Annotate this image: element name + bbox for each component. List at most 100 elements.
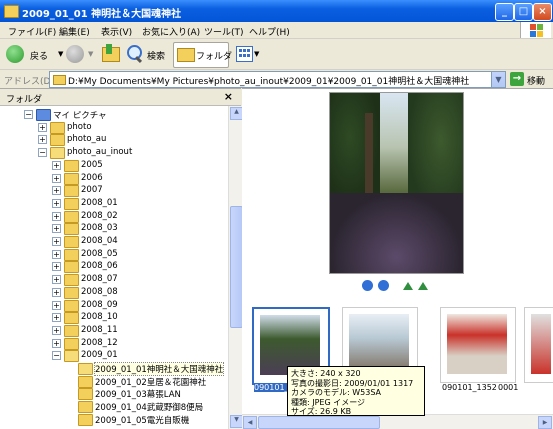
open-folder-icon	[50, 147, 65, 160]
open-folder-icon	[78, 363, 93, 375]
collapse-icon[interactable]: −	[52, 351, 61, 361]
expand-icon[interactable]: +	[52, 262, 61, 272]
tree-node[interactable]: +2008_10	[0, 311, 228, 325]
expand-icon[interactable]: +	[52, 325, 61, 335]
rotate-counterclockwise-icon[interactable]	[418, 282, 428, 290]
collapse-icon[interactable]: −	[38, 148, 47, 158]
tree-node[interactable]: +2008_03	[0, 222, 228, 236]
up-arrow-icon	[106, 44, 112, 54]
back-button[interactable]: 戻る	[4, 43, 56, 65]
search-button[interactable]: 検索	[125, 43, 169, 65]
expand-icon[interactable]: +	[52, 287, 61, 297]
folder-tree: − マイ ピクチャ + photo + photo_au − photo_au_inout +2…	[0, 106, 228, 429]
up-folder-button[interactable]	[100, 43, 122, 65]
tree-node[interactable]: +2008_01	[0, 197, 228, 210]
tree-node-label: 2008_12	[81, 337, 118, 348]
tree-node[interactable]: 2009_01_04武蔵野御8便局	[0, 400, 228, 414]
go-button[interactable]: 移動	[527, 74, 545, 87]
tree-node[interactable]: 2009_01_01神明社＆大国魂神社	[0, 362, 228, 376]
menu-favorites[interactable]: お気に入り(A)	[142, 25, 200, 38]
open-folder-icon	[64, 350, 79, 363]
close-button[interactable]: ×	[533, 3, 552, 21]
forward-button[interactable]: ▼	[66, 43, 96, 65]
folder-pane-scrollbar[interactable]: ▲ ▼	[228, 106, 243, 429]
menu-tools[interactable]: ツール(T)	[204, 25, 244, 38]
folder-icon	[64, 248, 79, 261]
thumbnail[interactable]	[524, 307, 553, 383]
tree-node[interactable]: +2005	[0, 159, 228, 172]
tree-node[interactable]: +2008_12	[0, 337, 228, 350]
next-image-button[interactable]	[378, 280, 389, 291]
folder-icon	[64, 286, 79, 299]
address-dropdown-button[interactable]: ▼	[491, 72, 505, 87]
expand-icon[interactable]: +	[52, 249, 61, 259]
menu-bar: ファイル(F) 編集(E) 表示(V) お気に入り(A) ツール(T) ヘルプ(…	[0, 22, 553, 39]
menu-view[interactable]: 表示(V)	[101, 25, 132, 38]
tree-node[interactable]: +2008_06	[0, 260, 228, 274]
expand-icon[interactable]: +	[52, 300, 61, 310]
folder-icon	[64, 197, 79, 210]
tree-node-label: 2008_11	[81, 324, 118, 335]
tree-node[interactable]: +2006	[0, 172, 228, 185]
tree-node[interactable]: + photo	[0, 121, 228, 134]
tree-node[interactable]: 2009_01_05電光自販機	[0, 413, 228, 426]
views-button[interactable]: ▼	[234, 43, 262, 65]
tree-node[interactable]: +2008_08	[0, 286, 228, 299]
folder-pane-close-button[interactable]: ×	[224, 90, 233, 103]
expand-icon[interactable]: +	[38, 122, 47, 132]
expand-icon[interactable]: +	[38, 135, 47, 145]
thumbnail[interactable]	[440, 307, 516, 383]
tree-node[interactable]: 2009_01_02皇居＆花園神社	[0, 375, 228, 388]
views-dropdown-icon: ▼	[254, 50, 260, 58]
folder-icon	[64, 172, 79, 185]
collapse-icon[interactable]: −	[24, 110, 33, 119]
expand-icon[interactable]: +	[52, 173, 61, 183]
expand-icon[interactable]: +	[52, 224, 61, 234]
menu-help[interactable]: ヘルプ(H)	[249, 25, 290, 38]
tree-node[interactable]: +2008_07	[0, 273, 228, 287]
tree-node[interactable]: − photo_au_inout	[0, 146, 228, 160]
tree-node[interactable]: − 2009_01	[0, 349, 228, 363]
address-input[interactable]: D:¥My Documents¥My Pictures¥photo_au_ino…	[49, 71, 506, 88]
expand-icon[interactable]: +	[52, 160, 61, 170]
tree-node[interactable]: +2007	[0, 184, 228, 198]
search-label: 検索	[147, 52, 166, 62]
folders-button[interactable]: フォルダ	[173, 42, 232, 68]
tree-node[interactable]: +2008_05	[0, 248, 228, 261]
my-pictures-icon	[36, 109, 51, 121]
title-bar[interactable]: 2009_01_01 神明社＆大国魂神社 _ □ ×	[0, 0, 553, 22]
forward-dropdown-icon: ▼	[88, 50, 94, 58]
tree-node[interactable]: +2008_11	[0, 324, 228, 337]
rotate-clockwise-icon[interactable]	[403, 282, 413, 290]
tree-node[interactable]: +2008_09	[0, 299, 228, 312]
expand-icon[interactable]: +	[52, 338, 61, 348]
tree-node[interactable]: − マイ ピクチャ	[0, 108, 228, 121]
minimize-button[interactable]: _	[495, 3, 514, 21]
expand-icon[interactable]: +	[52, 237, 61, 246]
expand-icon[interactable]: +	[52, 186, 61, 196]
expand-icon[interactable]: +	[52, 275, 61, 285]
menu-edit[interactable]: 編集(E)	[59, 25, 90, 38]
folder-icon	[64, 337, 79, 350]
folder-icon	[64, 185, 79, 198]
go-arrow-icon[interactable]: →	[510, 72, 524, 86]
maximize-button[interactable]: □	[514, 3, 533, 21]
back-arrow-icon	[6, 45, 24, 63]
expand-icon[interactable]: +	[52, 211, 61, 221]
tree-node-label: 2008_05	[81, 248, 118, 259]
scroll-right-button[interactable]: ▶	[538, 416, 552, 429]
tree-node[interactable]: 2009_01_03幕張LAN	[0, 387, 228, 401]
tree-node[interactable]: + photo_au	[0, 133, 228, 147]
thumbnail-label: 090101_1352	[442, 383, 497, 392]
scroll-thumb[interactable]	[258, 416, 380, 429]
scroll-left-button[interactable]: ◀	[243, 416, 257, 429]
window-title: 2009_01_01 神明社＆大国魂神社	[22, 9, 182, 20]
tree-node[interactable]: +2008_02	[0, 210, 228, 223]
folders-icon	[177, 48, 195, 62]
folder-icon	[78, 375, 93, 388]
previous-image-button[interactable]	[362, 280, 373, 291]
tree-node[interactable]: +2008_04	[0, 235, 228, 248]
expand-icon[interactable]: +	[52, 313, 61, 323]
menu-file[interactable]: ファイル(F)	[8, 25, 56, 38]
expand-icon[interactable]: +	[52, 198, 61, 208]
